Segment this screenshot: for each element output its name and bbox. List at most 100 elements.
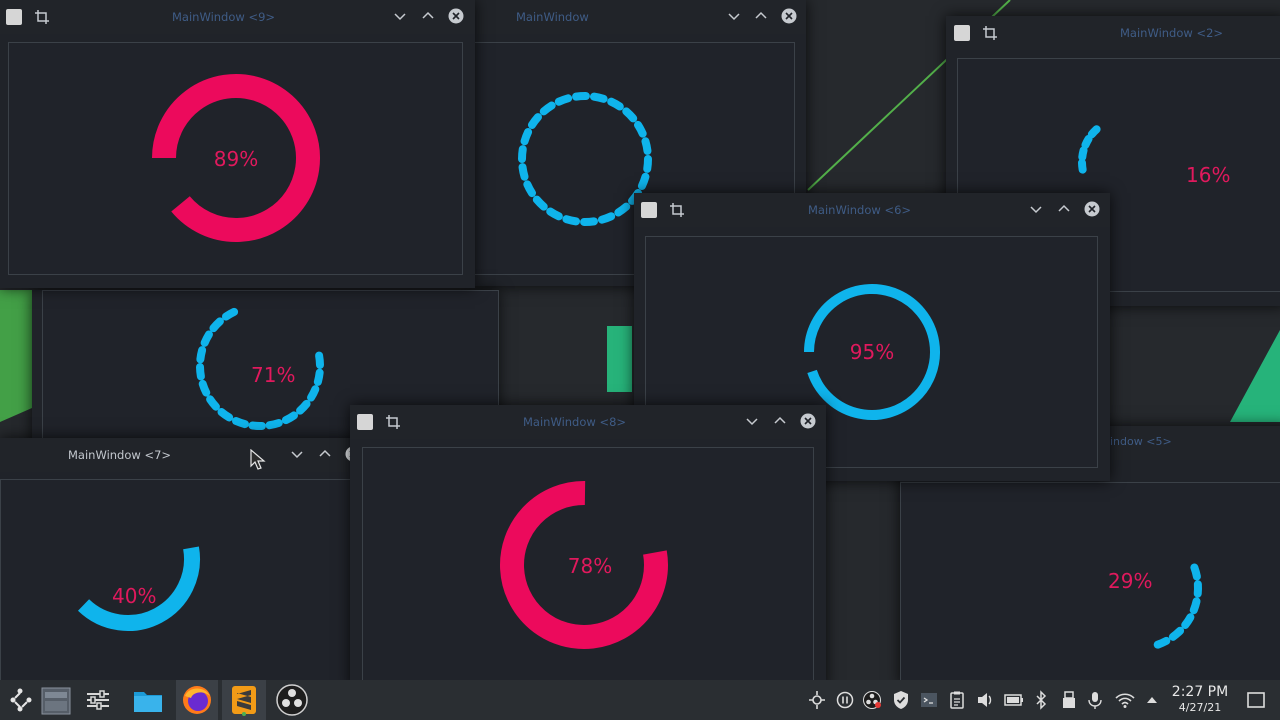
obs-tray-icon[interactable] bbox=[863, 690, 881, 710]
gauge-segment bbox=[520, 128, 533, 146]
mouse-cursor-icon bbox=[250, 449, 266, 470]
battery-icon[interactable] bbox=[1004, 690, 1024, 710]
gauge-segment bbox=[589, 92, 608, 103]
window-title: MainWindow <2> bbox=[1120, 26, 1224, 40]
title-bar[interactable]: MainWindow <8> bbox=[350, 405, 826, 439]
gauge-segment bbox=[1190, 563, 1201, 581]
percent-label: 89% bbox=[214, 147, 258, 171]
window-main-7[interactable]: MainWindow <7> 40% bbox=[0, 438, 370, 680]
percent-label: 95% bbox=[850, 340, 894, 364]
volume-icon[interactable] bbox=[976, 690, 994, 710]
gauge-segment bbox=[221, 307, 239, 321]
desktop: MainWindow <2> 16% MainWindow 71% MainWi… bbox=[0, 0, 1280, 680]
x-app-icon bbox=[357, 414, 373, 430]
minimize-icon[interactable] bbox=[1028, 201, 1044, 217]
window-title: MainWindow bbox=[516, 10, 589, 24]
gauge-segment bbox=[1189, 597, 1201, 615]
window-title: MainWindow <9> bbox=[172, 10, 276, 24]
gauge-segment bbox=[315, 351, 324, 369]
clock-date: 4/27/21 bbox=[1178, 701, 1222, 714]
maximize-icon[interactable] bbox=[1056, 201, 1072, 217]
maximize-icon[interactable] bbox=[772, 413, 788, 429]
gauge-segment bbox=[307, 385, 320, 402]
title-bar[interactable]: MainWindow bbox=[470, 0, 806, 34]
gauge-segment bbox=[614, 202, 631, 217]
progress-gauge: 29% bbox=[1108, 563, 1202, 649]
gauge-segment bbox=[622, 107, 638, 123]
security-icon[interactable] bbox=[892, 690, 910, 710]
keep-above-icon[interactable] bbox=[982, 25, 998, 41]
sublime-taskbar-button[interactable] bbox=[222, 680, 266, 720]
show-desktop-icon[interactable] bbox=[1246, 690, 1266, 710]
gauge-segment bbox=[597, 212, 616, 224]
close-icon[interactable] bbox=[448, 8, 464, 24]
maximize-icon[interactable] bbox=[420, 8, 436, 24]
percent-label: 78% bbox=[568, 554, 612, 578]
keep-above-icon[interactable] bbox=[34, 9, 50, 25]
gauge-segment bbox=[1078, 158, 1087, 174]
close-icon[interactable] bbox=[781, 8, 797, 24]
percent-label: 16% bbox=[1186, 163, 1230, 187]
obs-studio-icon[interactable] bbox=[276, 684, 308, 716]
percent-label: 29% bbox=[1108, 569, 1152, 593]
gauge-segment bbox=[196, 363, 205, 381]
gauge-segment bbox=[198, 379, 211, 397]
gauge-segment bbox=[232, 417, 249, 429]
minimize-icon[interactable] bbox=[289, 446, 305, 462]
window-title: MainWindow <7> bbox=[68, 448, 172, 462]
x-app-icon bbox=[641, 202, 657, 218]
gauge-segment bbox=[281, 411, 299, 425]
app-launcher-icon[interactable] bbox=[4, 684, 36, 716]
progress-gauge: 40% bbox=[77, 546, 200, 631]
terminal-icon[interactable] bbox=[920, 690, 938, 710]
title-bar[interactable]: MainWindow <6> bbox=[634, 193, 1110, 227]
tray-expand-icon[interactable] bbox=[1143, 690, 1161, 710]
firefox-taskbar-button[interactable] bbox=[176, 680, 218, 720]
sublime-text-icon bbox=[232, 686, 256, 716]
window-main-9[interactable]: MainWindow <9> 89% bbox=[0, 0, 475, 288]
close-icon[interactable] bbox=[1084, 201, 1100, 217]
window-title: MainWindow <8> bbox=[523, 415, 627, 429]
x-app-icon bbox=[6, 9, 22, 25]
vpn-icon[interactable] bbox=[808, 690, 826, 710]
clipboard-icon[interactable] bbox=[948, 690, 966, 710]
gauge-segment bbox=[1081, 134, 1093, 150]
gauge-segment bbox=[580, 217, 598, 226]
task-manager-icon[interactable] bbox=[82, 684, 114, 716]
bluetooth-icon[interactable] bbox=[1032, 690, 1050, 710]
clock[interactable]: 2:27 PM 4/27/21 bbox=[1160, 684, 1240, 714]
gauge-segment bbox=[523, 180, 537, 198]
minimize-icon[interactable] bbox=[392, 8, 408, 24]
microphone-icon[interactable] bbox=[1086, 690, 1104, 710]
gauge-segment bbox=[528, 113, 542, 129]
title-bar[interactable]: MainWindow <7> bbox=[0, 438, 370, 472]
wifi-icon[interactable] bbox=[1115, 690, 1135, 710]
gauge-segment bbox=[200, 330, 213, 347]
gauge-segment bbox=[607, 97, 624, 111]
gauge-segment bbox=[313, 368, 324, 386]
gauge-segment bbox=[539, 101, 556, 116]
gauge-segment bbox=[217, 408, 234, 422]
device-icon[interactable] bbox=[1060, 690, 1078, 710]
title-bar[interactable]: MainWindow <2> bbox=[946, 16, 1280, 50]
progress-gauge: 16% bbox=[1078, 125, 1230, 187]
gauge-segment bbox=[641, 137, 652, 155]
maximize-icon[interactable] bbox=[317, 446, 333, 462]
maximize-icon[interactable] bbox=[753, 8, 769, 24]
minimize-icon[interactable] bbox=[744, 413, 760, 429]
title-bar[interactable]: MainWindow <9> bbox=[0, 0, 475, 34]
percent-label: 40% bbox=[112, 584, 156, 608]
keep-above-icon[interactable] bbox=[385, 414, 401, 430]
gauge-segment bbox=[643, 155, 652, 173]
taskbar: 2:27 PM 4/27/21 bbox=[0, 680, 1280, 720]
media-pause-icon[interactable] bbox=[836, 690, 854, 710]
pager-icon[interactable] bbox=[40, 684, 72, 716]
close-icon[interactable] bbox=[800, 413, 816, 429]
file-manager-icon[interactable] bbox=[132, 684, 164, 716]
gauge-segment bbox=[518, 163, 529, 181]
minimize-icon[interactable] bbox=[726, 8, 742, 24]
keep-above-icon[interactable] bbox=[669, 202, 685, 218]
gauge-segment bbox=[572, 92, 590, 101]
gauge-segment bbox=[209, 317, 224, 333]
window-main-8[interactable]: MainWindow <8> 78% bbox=[350, 405, 826, 680]
